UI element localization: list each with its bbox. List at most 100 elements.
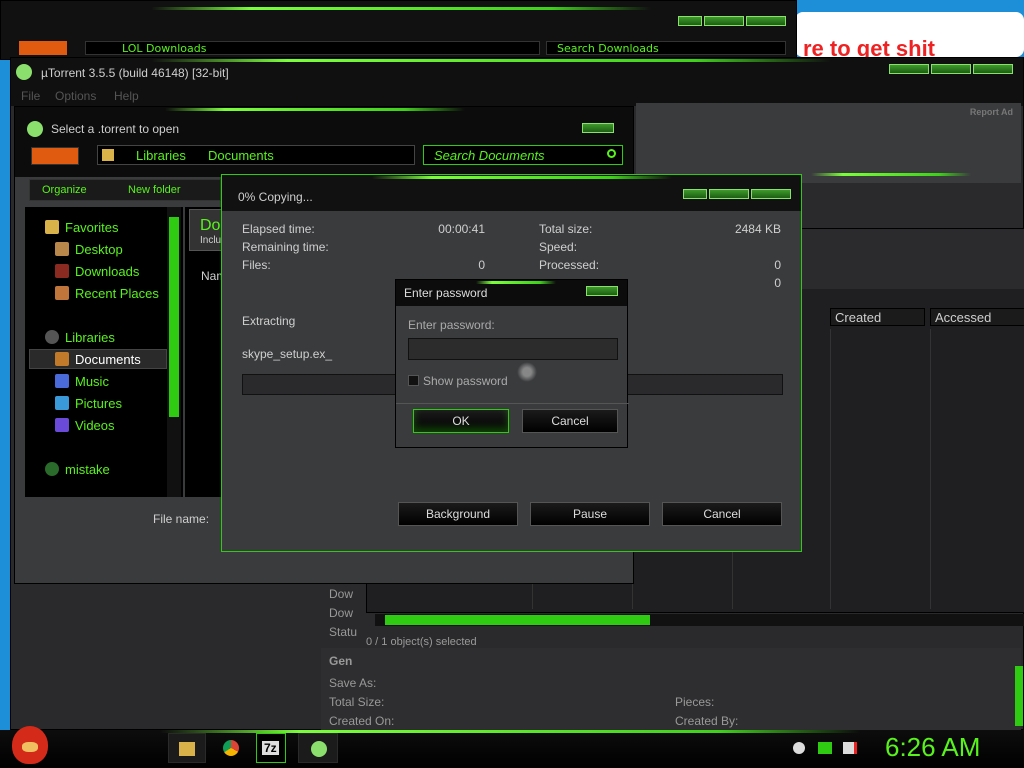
elapsed-value: 00:00:41 xyxy=(438,222,485,236)
desktop-icon xyxy=(55,242,69,256)
side-row-2: Dow xyxy=(329,606,354,620)
nav-label: Desktop xyxy=(75,241,123,257)
nav-documents[interactable]: Documents xyxy=(55,349,141,369)
downloads-icon xyxy=(55,264,69,278)
copy-close-button[interactable] xyxy=(751,189,791,199)
libraries-icon xyxy=(45,330,59,344)
processed-label: Processed: xyxy=(539,258,600,272)
content-pane[interactable]: Do Inclu Nam xyxy=(185,207,226,497)
column-header-created[interactable]: Created xyxy=(830,308,925,326)
show-password-label[interactable]: Show password xyxy=(423,374,508,388)
nav-desktop[interactable]: Desktop xyxy=(55,239,123,259)
pause-button[interactable]: Pause xyxy=(530,502,650,526)
search-placeholder: Search Downloads xyxy=(557,42,659,55)
library-title: Do xyxy=(200,217,221,234)
cancel-password-button[interactable]: Cancel xyxy=(522,409,618,433)
nav-label: Recent Places xyxy=(75,285,159,301)
show-password-checkbox[interactable] xyxy=(408,375,419,386)
open-dialog-close-button[interactable] xyxy=(582,123,614,133)
nav-label: Libraries xyxy=(65,329,115,345)
report-ad-link[interactable]: Report Ad xyxy=(970,107,1013,117)
copy-maximize-button[interactable] xyxy=(709,189,749,199)
taskbar-explorer[interactable] xyxy=(168,733,206,763)
utorrent-minimize-button[interactable] xyxy=(889,64,929,74)
copy-title: 0% Copying... xyxy=(238,190,313,204)
column-label: Accessed xyxy=(935,310,992,325)
back-forward-buttons[interactable] xyxy=(19,41,67,55)
network-icon[interactable] xyxy=(818,742,832,754)
scrollbar-thumb[interactable] xyxy=(385,615,650,625)
taskbar-chrome[interactable] xyxy=(212,733,250,763)
nav-recent-places[interactable]: Recent Places xyxy=(55,283,159,303)
nav-arrows[interactable] xyxy=(31,147,79,165)
utorrent-maximize-button[interactable] xyxy=(931,64,971,74)
nav-scrollbar-thumb[interactable] xyxy=(169,217,179,417)
general-tab-panel: Gen Save As: Total Size: Created On: Pie… xyxy=(321,648,1021,731)
breadcrumb-libraries[interactable]: Libraries xyxy=(136,148,186,163)
minimize-button[interactable] xyxy=(678,16,702,26)
nav-libraries[interactable]: Libraries xyxy=(45,327,115,347)
cancel-copy-button[interactable]: Cancel xyxy=(662,502,782,526)
angry-bird-icon xyxy=(22,742,38,752)
nav-mistake[interactable]: mistake xyxy=(45,459,110,479)
horizontal-scrollbar[interactable] xyxy=(375,614,1024,626)
nav-favorites[interactable]: Favorites xyxy=(45,217,118,237)
videos-icon xyxy=(55,418,69,432)
taskbar-7zip[interactable]: 7z xyxy=(256,733,286,763)
new-folder-button[interactable]: New folder xyxy=(128,184,181,196)
nav-pane[interactable]: Favorites Desktop Downloads Recent Place… xyxy=(25,207,183,497)
side-row-1: Dow xyxy=(329,587,354,601)
nav-label: Videos xyxy=(75,417,115,433)
right-scrollbar[interactable] xyxy=(1015,666,1023,726)
taskbar: 7z 6:26 AM xyxy=(0,726,1024,768)
nav-videos[interactable]: Videos xyxy=(55,415,115,435)
breadcrumb[interactable]: Libraries Documents xyxy=(97,145,415,165)
column-header-accessed[interactable]: Accessed xyxy=(930,308,1024,326)
maximize-button[interactable] xyxy=(704,16,744,26)
nav-label: mistake xyxy=(65,461,110,477)
nav-label: Downloads xyxy=(75,263,140,279)
close-button[interactable] xyxy=(746,16,786,26)
address-bar[interactable]: LOL Downloads xyxy=(85,41,540,55)
dialog-utorrent-icon xyxy=(27,121,43,137)
taskbar-utorrent[interactable] xyxy=(298,733,338,763)
volume-muted-icon[interactable] xyxy=(843,742,857,754)
nav-scrollbar[interactable] xyxy=(167,207,181,497)
organize-button[interactable]: Organize xyxy=(42,184,87,196)
search-documents-input[interactable]: Search Documents xyxy=(423,145,623,165)
current-filename: skype_setup.ex_ xyxy=(242,347,333,361)
documents-icon xyxy=(55,352,69,366)
show-hidden-icons[interactable] xyxy=(793,742,805,754)
utorrent-logo-icon xyxy=(16,64,32,80)
background-button[interactable]: Background xyxy=(398,502,518,526)
ad-area: Report Ad xyxy=(636,103,1021,183)
files-value: 0 xyxy=(478,258,485,272)
total-size-label: Total Size: xyxy=(329,695,385,709)
menu-help[interactable]: Help xyxy=(114,89,139,103)
start-button[interactable] xyxy=(12,726,48,764)
remaining-label: Remaining time: xyxy=(242,240,329,254)
menu-file[interactable]: File xyxy=(21,89,40,103)
search-placeholder: Search Documents xyxy=(434,148,545,163)
search-box[interactable]: Search Downloads xyxy=(546,41,786,55)
password-dialog[interactable]: Enter password Enter password: Show pass… xyxy=(395,279,629,448)
nav-pictures[interactable]: Pictures xyxy=(55,393,122,413)
copy-minimize-button[interactable] xyxy=(683,189,707,199)
nav-music[interactable]: Music xyxy=(55,371,109,391)
music-icon xyxy=(55,374,69,388)
explorer-window-back[interactable]: LOL Downloads Search Downloads xyxy=(0,0,797,60)
speed-label: Speed: xyxy=(539,240,578,254)
password-input[interactable] xyxy=(408,338,618,360)
clock[interactable]: 6:26 AM xyxy=(885,732,980,763)
nav-downloads[interactable]: Downloads xyxy=(55,261,139,281)
column-label: Created xyxy=(835,310,882,325)
homegroup-icon xyxy=(45,462,59,476)
utorrent-close-button[interactable] xyxy=(973,64,1013,74)
menu-options[interactable]: Options xyxy=(55,89,96,103)
general-tab[interactable]: Gen xyxy=(329,654,352,668)
nav-label: Music xyxy=(75,373,109,389)
nav-label: Pictures xyxy=(75,395,122,411)
breadcrumb-documents[interactable]: Documents xyxy=(208,148,274,163)
password-close-button[interactable] xyxy=(586,286,618,296)
ok-button[interactable]: OK xyxy=(413,409,509,433)
